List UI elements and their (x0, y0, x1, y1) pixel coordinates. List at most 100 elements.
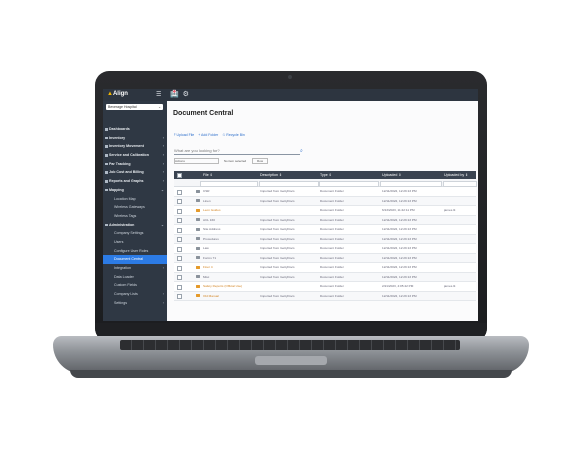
filters: Actions No item selected Row (174, 158, 269, 165)
sidebar-item-label: Users (114, 239, 124, 244)
cell-date: 12/11/2022, 12:29:13 PM (382, 227, 417, 231)
hamburger-menu-icon[interactable]: ☰ (156, 91, 161, 98)
sidebar-item-settings[interactable]: Settings › (103, 299, 167, 308)
row-checkbox[interactable] (177, 227, 182, 233)
sidebar-item-configure-user-roles[interactable]: Configure User Roles (103, 247, 167, 256)
cell-name[interactable]: Leon Guides (203, 206, 253, 215)
cell-by: james.lit (444, 208, 456, 212)
cell-name[interactable]: Floor 4 (203, 263, 253, 272)
table-row[interactable]: Safety Reports (Official Use) Document Fo… (174, 282, 476, 292)
sidebar-item-label: Configure User Roles (114, 248, 149, 253)
filter-type[interactable] (319, 180, 379, 187)
nav-icon (105, 136, 108, 140)
nav-icon (105, 188, 108, 192)
sidebar-item-wireless-tags[interactable]: Wireless Tags (103, 212, 167, 221)
nav-icon (105, 171, 108, 174)
filter-description[interactable] (259, 180, 319, 187)
select-all-checkbox[interactable] (177, 173, 182, 178)
table-row[interactable]: Old Manual Imported from GettyDocs Documen… (174, 291, 476, 301)
table-row[interactable]: Floor 4 Imported from GettyDocs Document F… (174, 263, 476, 273)
actions-select[interactable]: Actions (174, 158, 219, 165)
cell-name[interactable]: ACL 160 (203, 216, 253, 225)
cell-name[interactable]: Forms 71 (203, 254, 253, 263)
sidebar-item-users[interactable]: Users (103, 238, 167, 247)
cell-date: 12/11/2022, 12:29:13 PM (382, 198, 417, 203)
row-button[interactable]: Row (252, 158, 269, 164)
table-row[interactable]: CSR Imported from GettyDocs Document Folde… (174, 187, 476, 197)
row-checkbox[interactable] (177, 189, 182, 195)
sidebar-item-mapping[interactable]: Mapping ⌄ (103, 186, 167, 195)
cell-name[interactable]: Old Manual (203, 292, 253, 301)
sidebar-item-par-tracking[interactable]: Par Tracking › (103, 160, 167, 169)
sidebar-item-company-settings[interactable]: Company Settings (103, 229, 167, 238)
trackpad (255, 356, 327, 365)
cell-desc: Imported from GettyDocs (260, 227, 295, 231)
top-icons[interactable]: 🏥 ⚙ (170, 90, 190, 98)
row-checkbox[interactable] (177, 284, 182, 290)
header-description[interactable]: Description ⇕ (260, 171, 282, 179)
cell-name[interactable]: CSR (203, 187, 253, 196)
sidebar-item-company-lists[interactable]: Company Lists › (103, 290, 167, 299)
folder-icon (196, 275, 200, 279)
table-row[interactable]: Forms 71 Imported from GettyDocs Document … (174, 253, 476, 263)
action-link-0[interactable]: ⤒ Upload File (174, 133, 194, 137)
sidebar-item-document-central[interactable]: Document Central (103, 255, 167, 264)
search-input[interactable]: What are you looking for? (174, 148, 300, 155)
header-uploaded[interactable]: Uploaded ⇕ (382, 171, 401, 179)
cell-desc: Imported from GettyDocs (260, 236, 295, 241)
cell-name[interactable]: Site Address (203, 225, 253, 234)
app-logo[interactable]: ▲Align (107, 91, 128, 97)
cell-name[interactable]: Procedures (203, 235, 253, 244)
sidebar-item-custom-fields[interactable]: Custom Fields (103, 281, 167, 290)
action-link-2[interactable]: ♲ Recycle Bin (222, 133, 245, 137)
row-checkbox[interactable] (177, 275, 182, 280)
search-icon[interactable]: ⌕ (300, 148, 303, 154)
sidebar-item-administration[interactable]: Administration ⌄ (103, 221, 167, 230)
sidebar-item-integration[interactable]: Integration › (103, 264, 167, 273)
row-checkbox[interactable] (177, 294, 182, 299)
row-checkbox[interactable] (177, 218, 182, 223)
sidebar-item-inventory[interactable]: Inventory › (103, 134, 167, 143)
sidebar-item-location-map[interactable]: Location Map (103, 195, 167, 204)
cell-name[interactable]: Safety Reports (Official Use) (203, 282, 253, 291)
sidebar-item-reports-and-graphs[interactable]: Reports and Graphs › (103, 177, 167, 186)
header-type[interactable]: Type ⇕ (320, 171, 332, 179)
row-checkbox[interactable] (177, 199, 182, 204)
table-row[interactable]: Misc Imported from GettyDocs Document Fold… (174, 272, 476, 282)
table-row[interactable]: Linen Imported from GettyDocs Document Fol… (174, 196, 476, 206)
row-checkbox[interactable] (177, 265, 182, 271)
cell-name[interactable]: Linen (203, 197, 253, 206)
table-row[interactable]: Site Address Imported from GettyDocs Docum… (174, 225, 476, 235)
row-checkbox[interactable] (177, 208, 182, 214)
table-row[interactable]: Law Imported from GettyDocs Document Folde… (174, 244, 476, 254)
sidebar-item-wireless-gateways[interactable]: Wireless Gateways (103, 203, 167, 212)
table-row[interactable]: ACL 160 Imported from GettyDocs Document F… (174, 215, 476, 225)
cell-date: 12/11/2022, 12:29:13 PM (382, 274, 417, 279)
filter-uploaded-by[interactable] (443, 180, 477, 187)
cell-name[interactable]: Misc (203, 273, 253, 282)
row-checkbox[interactable] (177, 246, 182, 252)
sidebar-item-data-loader[interactable]: Data Loader (103, 273, 167, 282)
nav-icon (105, 145, 108, 148)
sidebar-item-inventory-movement[interactable]: Inventory Movement › (103, 142, 167, 151)
cell-name[interactable]: Law (203, 244, 253, 253)
sidebar-item-label: Par Tracking (109, 161, 131, 166)
row-checkbox[interactable] (177, 237, 182, 242)
sidebar-item-service-and-calibration[interactable]: Service and Calibration › (103, 151, 167, 160)
filter-file[interactable] (200, 180, 258, 187)
laptop-foot (70, 370, 512, 378)
chevron-icon: › (162, 292, 164, 297)
filter-uploaded[interactable] (380, 180, 442, 187)
header-uploaded-by[interactable]: Uploaded by ⇕ (444, 171, 468, 179)
table-row[interactable]: Procedures Imported from GettyDocs Documen… (174, 234, 476, 244)
row-checkbox[interactable] (177, 256, 182, 261)
chevron-down-icon: ⌄ (158, 105, 161, 109)
hospital-selector[interactable]: Beverage Hospital ⌄ (106, 104, 163, 110)
action-link-1[interactable]: + Add Folder (198, 133, 218, 137)
cell-desc: Imported from GettyDocs (260, 274, 295, 279)
table-row[interactable]: Leon Guides Document Folder 6/13/2023, 11:… (174, 206, 476, 216)
header-file[interactable]: File ⇕ (203, 171, 213, 179)
sidebar-item-job-cost-and-billing[interactable]: Job Cost and Billing › (103, 168, 167, 177)
sidebar-item-dashboards[interactable]: Dashboards (103, 125, 167, 134)
chevron-icon: › (162, 300, 164, 305)
